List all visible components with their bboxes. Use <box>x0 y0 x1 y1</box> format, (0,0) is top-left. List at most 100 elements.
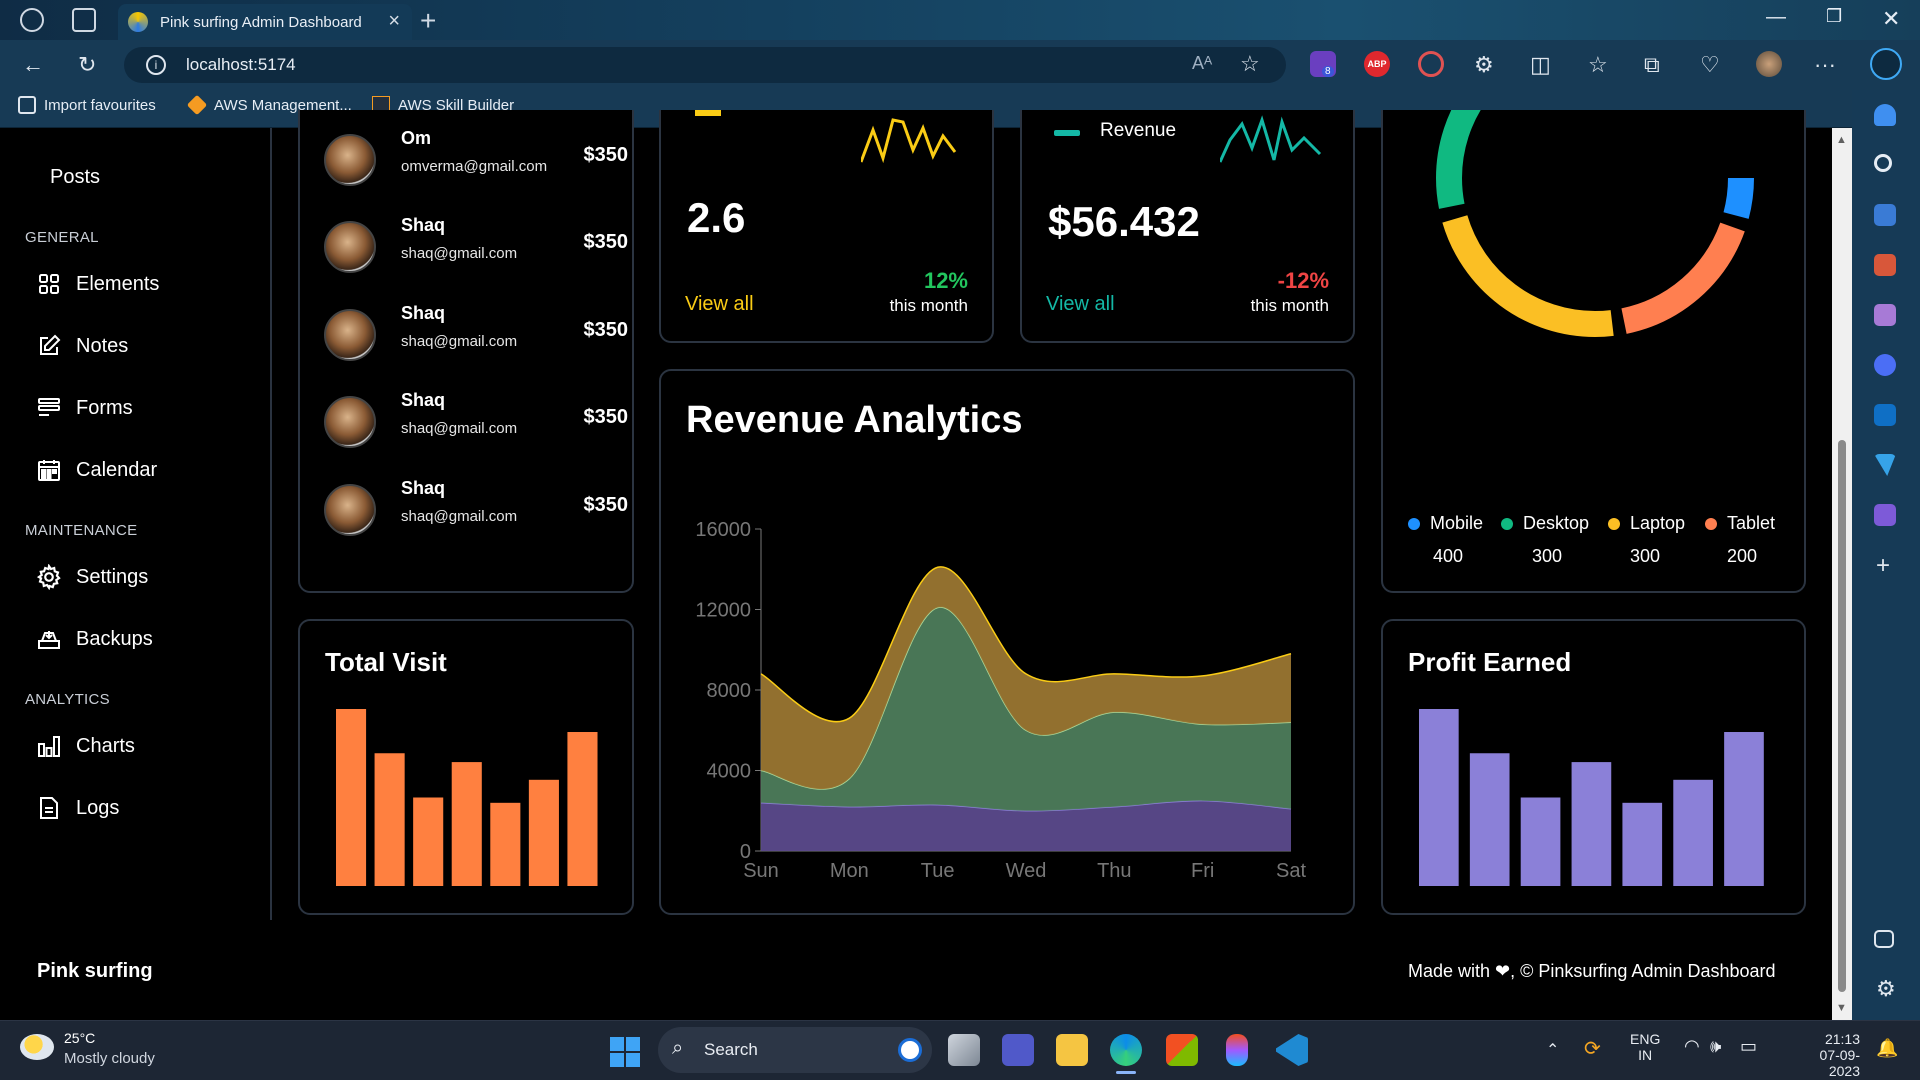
new-tab-icon[interactable]: + <box>420 5 436 37</box>
browser-tab[interactable]: Pink surfing Admin Dashboard × <box>118 4 412 40</box>
edge-icon[interactable] <box>1110 1034 1142 1066</box>
read-aloud-icon[interactable]: Aᴬ <box>1192 53 1212 74</box>
sidebar-item-notes[interactable]: Notes <box>36 333 128 359</box>
restore-icon[interactable]: ❐ <box>1826 6 1842 27</box>
stat-value: $56.432 <box>1048 198 1200 245</box>
total-visit-bar-chart <box>336 709 598 886</box>
sidebar-item-forms[interactable]: Forms <box>36 395 133 421</box>
notification-bell-icon[interactable] <box>1874 104 1896 126</box>
profile-avatar[interactable] <box>1756 51 1782 77</box>
sidebar-item-calendar[interactable]: Calendar <box>36 457 157 483</box>
favourite-star-icon[interactable]: ☆ <box>1240 51 1260 77</box>
x-tick-label: Sat <box>1276 860 1306 882</box>
outlook-icon[interactable] <box>1874 404 1896 426</box>
stat-card-revenue: Revenue $56.432 View all -12% this month <box>1020 110 1355 343</box>
chevron-up-icon[interactable]: ⌃ <box>1546 1040 1559 1060</box>
bar <box>1571 762 1612 886</box>
customer-name: Shaq <box>401 303 446 323</box>
footer-brand: Pink surfing <box>37 960 153 982</box>
bar <box>1419 709 1459 886</box>
scroll-down-icon[interactable]: ▼ <box>1836 1002 1847 1014</box>
favourites-icon[interactable]: ☆ <box>1588 52 1608 78</box>
window-close-icon[interactable]: ✕ <box>1882 6 1900 32</box>
avatar <box>324 484 376 536</box>
bing-icon[interactable] <box>898 1038 922 1062</box>
notifications-icon[interactable]: 🔔 <box>1876 1038 1898 1059</box>
extensions-icon[interactable]: ⚙ <box>1474 52 1494 78</box>
sidebar-item-backups[interactable]: Backups <box>36 626 153 652</box>
shopping-tag-icon[interactable] <box>1874 204 1896 226</box>
sidebar-item-elements[interactable]: Elements <box>36 271 159 297</box>
volume-icon[interactable]: 🕪 <box>1710 1036 1721 1057</box>
x-tick-label: Fri <box>1191 860 1214 882</box>
stat-card-growth: 2.6 View all 12% this month <box>659 110 994 343</box>
grid-icon <box>36 271 62 297</box>
customer-email: shaq@gmail.com <box>401 508 518 525</box>
tab-actions-icon[interactable] <box>72 8 96 32</box>
start-button[interactable] <box>610 1037 640 1067</box>
minimize-icon[interactable]: — <box>1766 6 1786 29</box>
wifi-icon[interactable]: ◠ <box>1684 1036 1700 1057</box>
customer-row[interactable]: Om omverma@gmail.com $350 <box>324 128 628 188</box>
hide-sidebar-icon[interactable] <box>1874 930 1894 948</box>
scroll-up-icon[interactable]: ▲ <box>1836 134 1847 146</box>
bookmark-label: Import favourites <box>44 96 156 114</box>
customer-row[interactable]: Shaq shaq@gmail.com $350 <box>324 390 628 450</box>
adblock-icon[interactable]: ABP <box>1364 51 1390 77</box>
browser-essentials-icon[interactable]: ♡ <box>1700 52 1720 78</box>
sidebar-item-label: Elements <box>76 272 160 295</box>
sidebar-item-settings[interactable]: Settings <box>36 564 148 590</box>
copilot-sidebar-icon[interactable] <box>1874 354 1896 376</box>
battery-icon[interactable]: ▭ <box>1740 1036 1757 1057</box>
bar <box>451 762 482 886</box>
weather-desc[interactable]: Mostly cloudy <box>64 1050 155 1067</box>
customer-row[interactable]: Shaq shaq@gmail.com $350 <box>324 215 628 275</box>
games-icon[interactable] <box>1874 304 1896 326</box>
task-view-icon[interactable] <box>948 1034 980 1066</box>
sidebar-item-logs[interactable]: Logs <box>36 795 119 821</box>
sidebar-item-charts[interactable]: Charts <box>36 733 135 759</box>
add-sidebar-app-icon[interactable]: + <box>1876 552 1890 580</box>
language-indicator[interactable]: ENG IN <box>1630 1031 1660 1063</box>
sidebar-settings-icon[interactable]: ⚙ <box>1876 976 1896 1002</box>
designer-icon[interactable] <box>1874 504 1896 526</box>
taskbar-search[interactable]: ⌕ Search <box>658 1027 932 1073</box>
legend-item-desktop: Desktop <box>1501 513 1589 534</box>
search-sidebar-icon[interactable] <box>1874 154 1892 172</box>
weather-icon[interactable] <box>20 1034 54 1060</box>
more-menu-icon[interactable]: ··· <box>1814 52 1836 78</box>
legend-label: Desktop <box>1523 513 1590 533</box>
close-tab-icon[interactable]: × <box>388 10 400 33</box>
teams-icon[interactable] <box>1002 1034 1034 1066</box>
workspaces-icon[interactable] <box>20 8 44 32</box>
avatar <box>324 396 376 448</box>
view-all-link[interactable]: View all <box>1046 293 1115 316</box>
scrollbar-thumb[interactable] <box>1838 440 1846 992</box>
tools-briefcase-icon[interactable] <box>1874 254 1896 276</box>
legend-label: Tablet <box>1727 513 1776 533</box>
clock[interactable]: 21:13 07-09-2023 <box>1804 1031 1860 1079</box>
back-icon[interactable]: ← <box>22 52 44 78</box>
site-info-icon[interactable]: i <box>146 55 166 75</box>
legend-dot <box>1608 517 1620 530</box>
bar <box>1469 753 1510 886</box>
customer-row[interactable]: Shaq shaq@gmail.com $350 <box>324 303 628 363</box>
collections-icon[interactable]: ⧉ <box>1644 52 1660 78</box>
figma-icon[interactable] <box>1226 1034 1248 1066</box>
store-icon[interactable] <box>1166 1034 1198 1066</box>
weather-temp[interactable]: 25°C <box>64 1030 95 1046</box>
copilot-icon[interactable] <box>1870 48 1902 80</box>
refresh-icon[interactable]: ↻ <box>78 52 96 78</box>
file-explorer-icon[interactable] <box>1056 1034 1088 1066</box>
sync-icon[interactable]: ⟳ <box>1584 1036 1601 1061</box>
customer-name: Shaq <box>401 478 446 498</box>
sidebar-item-posts[interactable]: Posts <box>50 166 100 189</box>
s-extension-icon[interactable] <box>1418 51 1444 77</box>
tab-title: Pink surfing Admin Dashboard <box>160 14 362 31</box>
address-bar[interactable]: i localhost:5174 Aᴬ ☆ <box>124 47 1286 83</box>
bookmark-import[interactable]: Import favourites <box>18 96 156 114</box>
avatar <box>324 309 376 361</box>
split-screen-icon[interactable]: ◫ <box>1530 52 1551 78</box>
view-all-link[interactable]: View all <box>685 293 754 316</box>
customer-row[interactable]: Shaq shaq@gmail.com $350 <box>324 478 628 538</box>
